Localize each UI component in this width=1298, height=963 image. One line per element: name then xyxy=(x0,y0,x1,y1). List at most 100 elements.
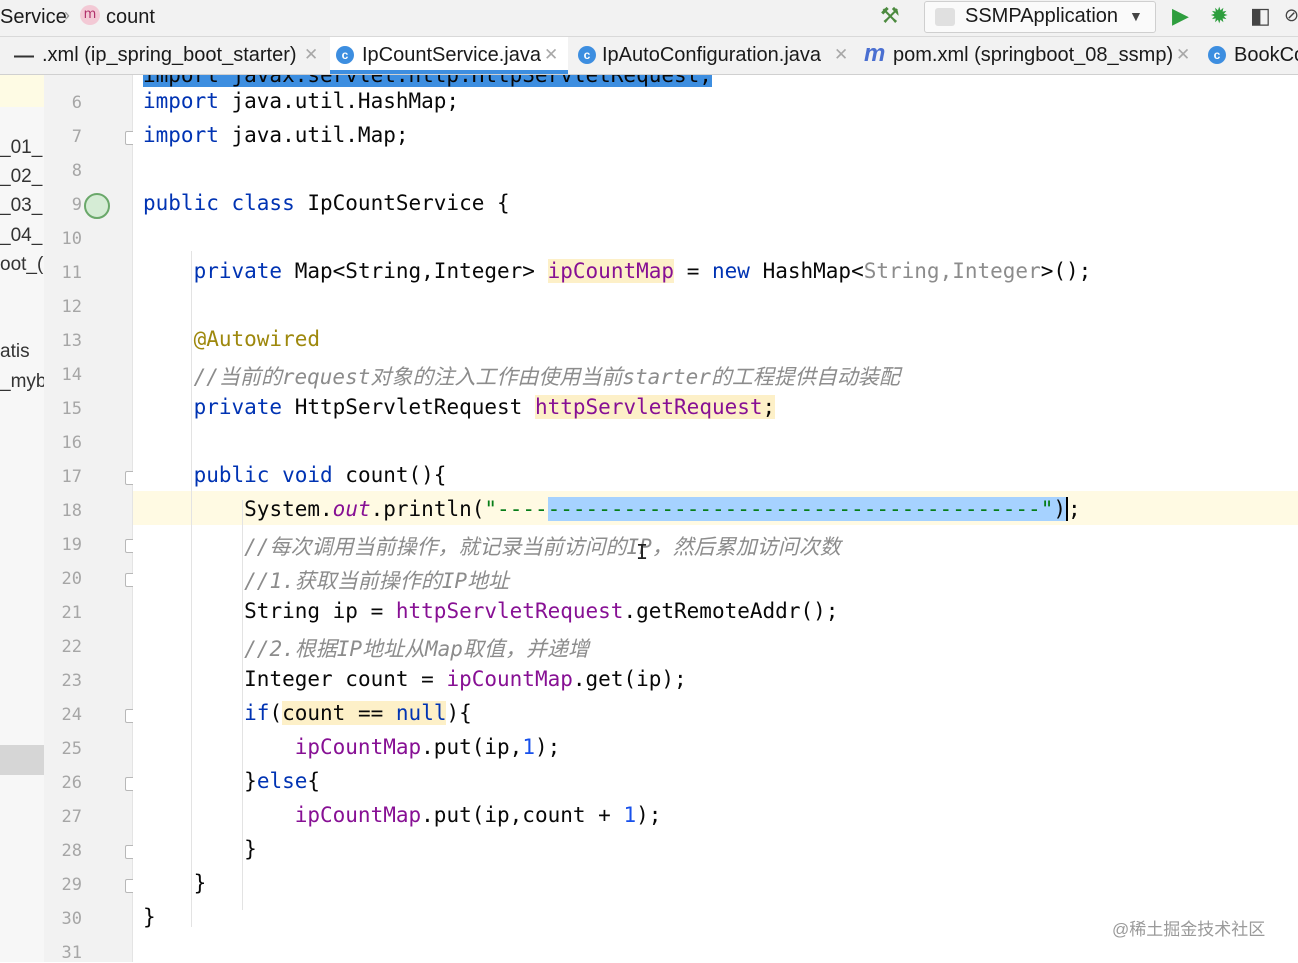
line-number: 29 xyxy=(61,875,82,895)
code-line-22: //2.根据IP地址从Map取值，并递增 xyxy=(244,637,589,661)
project-panel-highlight xyxy=(0,75,44,107)
line-number: 26 xyxy=(61,773,82,793)
code-line-19: //每次调用当前操作，就记录当前访问的IP，然后累加访问次数 xyxy=(244,535,841,559)
maven-icon: m xyxy=(864,40,886,67)
tab-ipautoconfiguration[interactable]: c IpAutoConfiguration.java ✕ xyxy=(572,37,854,74)
tab-bookcontroller[interactable]: c BookCo xyxy=(1202,37,1298,74)
run-icon[interactable]: ▶ xyxy=(1172,3,1189,29)
line-number: 30 xyxy=(61,909,82,929)
line-number: 20 xyxy=(61,569,82,589)
tab-label: pom.xml (springboot_08_ssmp) xyxy=(893,44,1174,66)
line-number: 25 xyxy=(61,739,82,759)
navigation-bar: Service › m count ⚒ SSMPApplication ▼ ▶ … xyxy=(0,0,1298,37)
project-tree-item[interactable]: _myb xyxy=(0,371,44,393)
line-number: 31 xyxy=(61,943,82,963)
line-number: 27 xyxy=(61,807,82,827)
close-icon[interactable]: ✕ xyxy=(834,45,848,65)
line-number: 19 xyxy=(61,535,82,555)
class-icon: c xyxy=(1208,46,1226,64)
run-configuration-label: SSMPApplication xyxy=(965,5,1119,27)
line-number: 7 xyxy=(71,127,82,147)
close-icon[interactable]: ✕ xyxy=(544,45,558,65)
coverage-icon[interactable]: ◧ xyxy=(1250,3,1271,29)
line-number: 18 xyxy=(61,501,82,521)
project-tree-item[interactable]: atis xyxy=(0,341,30,363)
code-line-21: String ip = httpServletRequest.getRemote… xyxy=(244,599,839,623)
selected-text: --------------------------------------- xyxy=(547,497,1041,521)
profiler-icon[interactable]: ⊘ xyxy=(1284,5,1298,26)
code-line-17: public void count(){ xyxy=(193,463,447,487)
code-line-7: import java.util.Map; xyxy=(143,123,409,147)
line-number: 24 xyxy=(61,705,82,725)
tab-ipcountservice[interactable]: c IpCountService.java ✕ xyxy=(330,37,568,74)
chevron-down-icon: ▼ xyxy=(1129,8,1143,24)
tab-label: IpCountService.java xyxy=(362,44,541,66)
code-line-6: import java.util.HashMap; xyxy=(143,89,460,113)
code-line-5-text: import javax.servlet.http.HttpServletReq… xyxy=(143,75,712,87)
tab-pom-starter[interactable]: .xml (ip_spring_boot_starter) ✕ xyxy=(40,37,325,74)
minimize-icon[interactable]: — xyxy=(14,45,34,68)
line-number: 13 xyxy=(61,331,82,351)
editor-tab-bar: — .xml (ip_spring_boot_starter) ✕ c IpCo… xyxy=(0,37,1298,75)
run-config-icon xyxy=(935,8,955,26)
tab-label: BookCo xyxy=(1234,44,1298,66)
editor-gutter: 6 7 8 9 10 11 12 13 14 15 16 17 18 19 20… xyxy=(44,75,175,963)
spring-bean-icon[interactable] xyxy=(84,193,110,219)
code-line-28: } xyxy=(244,837,257,861)
code-line-9: public class IpCountService { xyxy=(143,191,510,215)
line-number: 9 xyxy=(71,195,82,215)
code-line-15: private HttpServletRequest httpServletRe… xyxy=(193,395,776,419)
breadcrumb-method[interactable]: count xyxy=(106,6,155,29)
line-number: 14 xyxy=(61,365,82,385)
code-line-27: ipCountMap.put(ip,count + 1); xyxy=(294,803,662,827)
line-number: 15 xyxy=(61,399,82,419)
line-number: 11 xyxy=(61,263,82,283)
run-configuration-selector[interactable]: SSMPApplication ▼ xyxy=(924,1,1156,33)
line-number: 16 xyxy=(61,433,82,453)
code-line-30: } xyxy=(143,905,156,929)
code-line-25: ipCountMap.put(ip,1); xyxy=(294,735,561,759)
text-cursor-icon: I xyxy=(636,540,649,564)
watermark: @稀土掘金技术社区 xyxy=(1112,920,1266,939)
line-number: 8 xyxy=(71,161,82,181)
tab-label: .xml (ip_spring_boot_starter) xyxy=(42,44,297,66)
line-number: 22 xyxy=(61,637,82,657)
code-line-14: //当前的request对象的注入工作由使用当前starter的工程提供自动装配 xyxy=(193,365,900,389)
project-tree-selection xyxy=(0,745,44,775)
line-number: 23 xyxy=(61,671,82,691)
tab-pom-ssmp[interactable]: m pom.xml (springboot_08_ssmp) ✕ xyxy=(860,37,1198,74)
class-icon: c xyxy=(336,46,354,64)
code-line-5: import javax.servlet.http.HttpServletReq… xyxy=(143,75,712,87)
class-icon: c xyxy=(578,46,596,64)
hammer-icon[interactable]: ⚒ xyxy=(880,3,900,29)
line-number: 6 xyxy=(71,93,82,113)
code-line-23: Integer count = ipCountMap.get(ip); xyxy=(244,667,687,691)
project-tree-item[interactable]: _04_ xyxy=(0,225,42,247)
tab-label: IpAutoConfiguration.java xyxy=(602,44,822,66)
project-panel: _01_ _02_ _03_ _04_ oot_( atis _myb xyxy=(0,75,45,962)
breadcrumb-service[interactable]: Service xyxy=(0,6,67,29)
code-line-18: System.out.println("--------------------… xyxy=(244,497,1081,521)
close-icon[interactable]: ✕ xyxy=(1176,45,1190,65)
project-tree-item[interactable]: oot_( xyxy=(0,254,43,276)
line-number: 12 xyxy=(61,297,82,317)
project-tree-item[interactable]: _03_ xyxy=(0,195,42,217)
code-line-26: }else{ xyxy=(244,769,321,793)
text-caret: ; xyxy=(1066,497,1081,521)
line-number: 17 xyxy=(61,467,82,487)
code-line-13: @Autowired xyxy=(193,327,321,351)
line-number: 28 xyxy=(61,841,82,861)
code-line-24: if(count == null){ xyxy=(244,701,472,725)
code-line-29: } xyxy=(193,871,207,895)
code-line-11: private Map<String,Integer> ipCountMap =… xyxy=(193,259,1092,283)
line-number: 10 xyxy=(61,229,82,249)
method-icon: m xyxy=(80,5,100,25)
close-icon[interactable]: ✕ xyxy=(304,45,318,65)
debug-icon[interactable]: ✹ xyxy=(1210,3,1228,29)
project-tree-item[interactable]: _02_ xyxy=(0,166,42,188)
project-tree-item[interactable]: _01_ xyxy=(0,137,42,159)
breadcrumb-separator-icon: › xyxy=(64,5,70,25)
code-line-20: //1.获取当前操作的IP地址 xyxy=(244,569,510,593)
line-number: 21 xyxy=(61,603,82,623)
code-editor[interactable]: import javax.servlet.http.HttpServletReq… xyxy=(133,75,1298,962)
